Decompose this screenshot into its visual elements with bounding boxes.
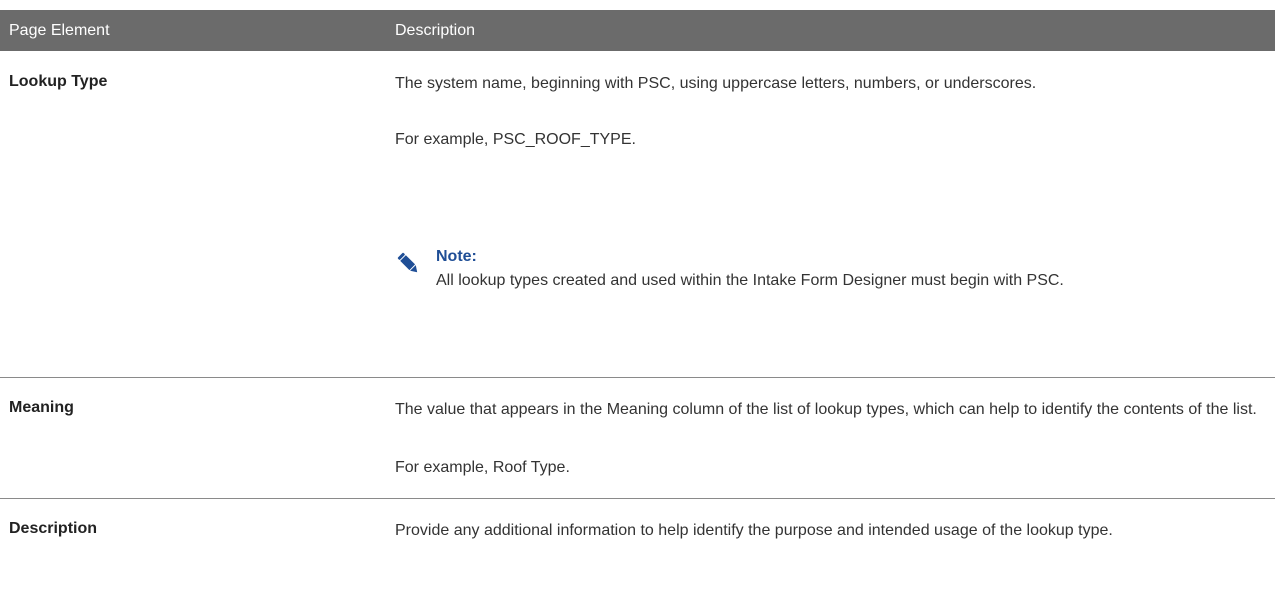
header-description: Description <box>395 22 476 39</box>
description-description: Provide any additional information to he… <box>395 522 1113 539</box>
note-text: All lookup types created and used within… <box>436 272 1064 289</box>
row-label-meaning: Meaning <box>9 399 74 416</box>
row-divider <box>0 498 1275 499</box>
row-label-description: Description <box>9 520 98 537</box>
table-header: Page Element Description <box>0 10 1275 51</box>
note-title: Note: <box>436 248 477 265</box>
meaning-example: For example, Roof Type. <box>395 459 570 476</box>
pencil-icon <box>395 250 421 276</box>
lookup-type-example: For example, PSC_ROOF_TYPE. <box>395 131 636 148</box>
lookup-type-description: The system name, beginning with PSC, usi… <box>395 75 1037 92</box>
row-label-lookup-type: Lookup Type <box>9 73 108 90</box>
row-divider <box>0 377 1275 378</box>
header-page-element: Page Element <box>9 22 110 39</box>
meaning-description: The value that appears in the Meaning co… <box>395 401 1257 418</box>
